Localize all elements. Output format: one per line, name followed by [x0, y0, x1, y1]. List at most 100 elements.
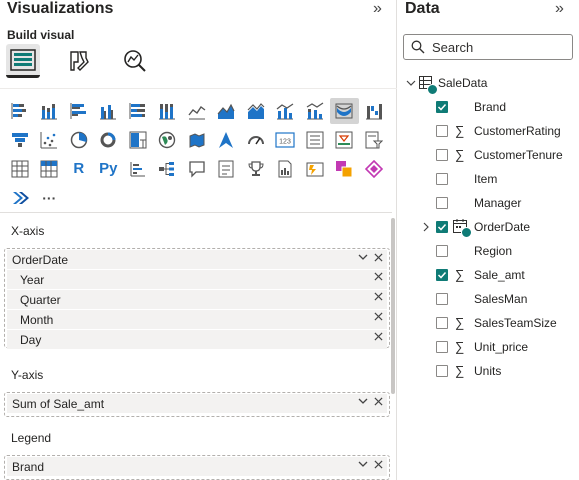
more-visuals-icon[interactable]: ···: [35, 185, 65, 211]
table-node-saledata[interactable]: SaleData: [398, 72, 579, 95]
stacked-area-chart-icon[interactable]: [241, 98, 271, 124]
remove-field-icon[interactable]: [374, 459, 383, 469]
y-axis-field[interactable]: Sum of Sale_amt: [7, 394, 387, 413]
slicer-icon[interactable]: [359, 127, 389, 153]
field-name: Unit_price: [474, 340, 529, 354]
field-checkbox[interactable]: [436, 173, 448, 185]
ribbon-chart-icon[interactable]: [329, 97, 359, 124]
stacked-column-chart-icon[interactable]: [35, 98, 65, 124]
field-row[interactable]: SalesMan: [398, 288, 579, 310]
chevron-down-icon[interactable]: [358, 252, 368, 262]
decomposition-tree-icon[interactable]: [153, 156, 183, 182]
field-checkbox[interactable]: [436, 317, 448, 329]
analytics-icon[interactable]: [118, 44, 152, 78]
legend-field-name: Brand: [12, 459, 45, 474]
power-automate-chevron-icon[interactable]: [5, 185, 35, 211]
y-axis-label: Y-axis: [11, 368, 44, 382]
stacked-bar-chart-icon[interactable]: [5, 98, 35, 124]
x-axis-child-field[interactable]: Month: [7, 310, 387, 329]
funnel-chart-icon[interactable]: [5, 127, 35, 153]
field-checkbox[interactable]: [436, 365, 448, 377]
key-influencers-icon[interactable]: [123, 156, 153, 182]
x-axis-child-field[interactable]: Year: [7, 270, 387, 289]
line-chart-icon[interactable]: [182, 98, 212, 124]
map-icon[interactable]: [153, 127, 183, 153]
collapse-data-icon[interactable]: »: [555, 0, 564, 18]
100-stacked-bar-chart-icon[interactable]: [123, 98, 153, 124]
format-visual-icon[interactable]: [62, 44, 96, 78]
area-chart-icon[interactable]: [212, 98, 242, 124]
smart-narrative-icon[interactable]: [212, 156, 242, 182]
paginated-report-icon[interactable]: [271, 156, 301, 182]
r-visual-icon[interactable]: R: [64, 156, 94, 182]
field-checkbox[interactable]: [436, 125, 448, 137]
line-stacked-column-chart-icon[interactable]: [300, 98, 330, 124]
y-axis-well[interactable]: Sum of Sale_amt: [4, 392, 390, 417]
field-row[interactable]: ∑ Unit_price: [398, 336, 579, 358]
table-icon[interactable]: [5, 156, 35, 182]
clustered-column-chart-icon[interactable]: [94, 98, 124, 124]
field-row[interactable]: ∑ CustomerTenure: [398, 144, 579, 166]
legend-field[interactable]: Brand: [7, 457, 387, 476]
goals-trophy-icon[interactable]: [241, 156, 271, 182]
field-checkbox[interactable]: [436, 245, 448, 257]
chevron-down-icon[interactable]: [406, 78, 416, 88]
matrix-icon[interactable]: [35, 156, 65, 182]
checkmark-icon: [437, 223, 447, 231]
remove-field-icon[interactable]: [374, 272, 383, 281]
qa-visual-icon[interactable]: [182, 156, 212, 182]
wells-scrollbar[interactable]: [391, 218, 395, 394]
card-icon[interactable]: 123: [271, 127, 301, 153]
field-checkbox[interactable]: [436, 149, 448, 161]
100-stacked-column-chart-icon[interactable]: [153, 98, 183, 124]
python-visual-icon[interactable]: Py: [94, 156, 124, 182]
chevron-down-icon[interactable]: [358, 459, 368, 469]
legend-well[interactable]: Brand: [4, 455, 390, 480]
field-row[interactable]: Item: [398, 168, 579, 190]
x-axis-field[interactable]: OrderDate: [7, 250, 387, 269]
field-checkbox[interactable]: [436, 221, 448, 233]
gauge-icon[interactable]: [241, 127, 271, 153]
remove-field-icon[interactable]: [374, 332, 383, 341]
field-row[interactable]: Brand: [398, 96, 579, 118]
donut-chart-icon[interactable]: [94, 127, 124, 153]
field-row[interactable]: ∑ CustomerRating: [398, 120, 579, 142]
power-automate-icon[interactable]: [300, 156, 330, 182]
field-checkbox[interactable]: [436, 293, 448, 305]
field-row[interactable]: ∑ SalesTeamSize: [398, 312, 579, 334]
remove-field-icon[interactable]: [374, 396, 383, 406]
treemap-icon[interactable]: [123, 127, 153, 153]
field-row[interactable]: Region: [398, 240, 579, 262]
power-apps-diamond-icon[interactable]: [359, 156, 389, 182]
pie-chart-icon[interactable]: [64, 127, 94, 153]
field-row[interactable]: OrderDate: [398, 216, 579, 238]
clustered-bar-chart-icon[interactable]: [64, 98, 94, 124]
kpi-icon[interactable]: [330, 127, 360, 153]
waterfall-chart-icon[interactable]: [359, 98, 389, 124]
field-row[interactable]: ∑ Sale_amt: [398, 264, 579, 286]
chevron-right-icon[interactable]: [421, 222, 431, 232]
line-clustered-column-chart-icon[interactable]: [271, 98, 301, 124]
field-checkbox[interactable]: [436, 101, 448, 113]
field-row[interactable]: Manager: [398, 192, 579, 214]
data-title: Data: [405, 0, 440, 17]
scatter-chart-icon[interactable]: [35, 127, 65, 153]
remove-field-icon[interactable]: [374, 312, 383, 321]
remove-field-icon[interactable]: [374, 292, 383, 301]
multi-row-card-icon[interactable]: [300, 127, 330, 153]
remove-field-icon[interactable]: [374, 252, 383, 262]
build-visual-icon[interactable]: [6, 44, 40, 78]
field-checkbox[interactable]: [436, 197, 448, 209]
power-apps-icon[interactable]: [330, 156, 360, 182]
chevron-down-icon[interactable]: [358, 396, 368, 406]
field-row[interactable]: ∑ Units: [398, 360, 579, 382]
x-axis-well[interactable]: OrderDate Year Quarter Month Day: [4, 248, 390, 349]
field-checkbox[interactable]: [436, 341, 448, 353]
collapse-visualizations-icon[interactable]: »: [373, 0, 382, 18]
x-axis-child-field[interactable]: Quarter: [7, 290, 387, 309]
filled-map-icon[interactable]: [182, 127, 212, 153]
x-axis-child-field[interactable]: Day: [7, 330, 387, 349]
search-input[interactable]: Search: [403, 34, 573, 60]
field-checkbox[interactable]: [436, 269, 448, 281]
azure-map-icon[interactable]: [212, 127, 242, 153]
